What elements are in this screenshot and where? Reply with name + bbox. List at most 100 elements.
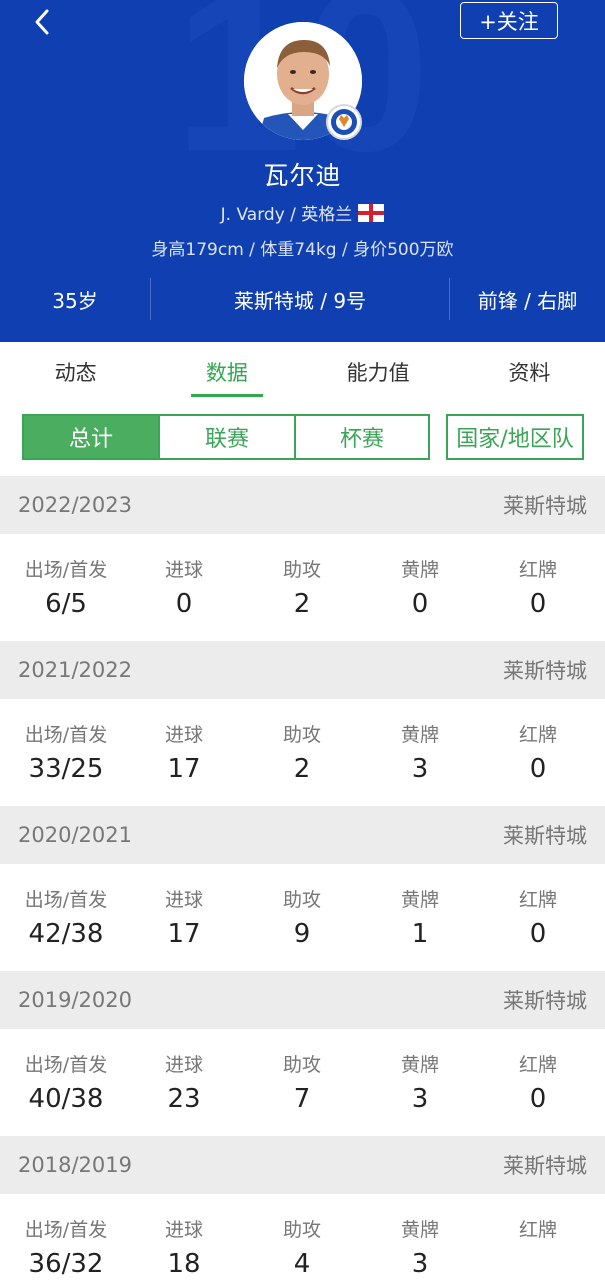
stat-value: 4 (293, 1249, 311, 1279)
england-flag-icon (358, 203, 385, 222)
season-label: 2018/2019 (18, 1153, 132, 1177)
stat-label: 助攻 (282, 1054, 321, 1076)
stat-value: 3 (411, 754, 429, 784)
stat-value: 7 (293, 1084, 311, 1114)
stat-label: 进球 (164, 1219, 203, 1241)
stat-label: 黄牌 (400, 1054, 439, 1076)
stat-value: 17 (167, 754, 201, 784)
season-header: 2022/2023 莱斯特城 (0, 476, 605, 534)
season-label: 2019/2020 (18, 988, 132, 1012)
stat-value: 0 (529, 1084, 547, 1114)
season-stats-row: 出场/首发 40/38 进球 23 助攻 7 黄牌 3 红牌 0 (0, 1029, 605, 1136)
stat-label: 助攻 (282, 559, 321, 581)
stat-cell: 黄牌 1 (361, 864, 479, 971)
stat-cell: 黄牌 3 (361, 699, 479, 806)
stat-value: 3 (411, 1084, 429, 1114)
season-stats-row: 出场/首发 36/32 进球 18 助攻 4 黄牌 3 红牌 (0, 1194, 605, 1280)
season-header: 2018/2019 莱斯特城 (0, 1136, 605, 1194)
stat-cell: 助攻 7 (243, 1029, 361, 1136)
stat-cell: 助攻 4 (243, 1194, 361, 1280)
player-nationality: J. Vardy / 英格兰 (0, 200, 605, 225)
stat-value: 18 (167, 1249, 201, 1279)
tab-ability[interactable]: 能力值 (303, 342, 454, 402)
stat-label: 黄牌 (400, 724, 439, 746)
segment-total[interactable]: 总计 (22, 414, 160, 460)
chevron-left-icon (35, 9, 49, 35)
stat-cell: 黄牌 0 (361, 534, 479, 641)
stat-value: 0 (175, 589, 193, 619)
stat-label: 进球 (164, 559, 203, 581)
stat-cell: 黄牌 3 (361, 1194, 479, 1280)
stat-cell: 进球 0 (125, 534, 243, 641)
stat-label: 助攻 (282, 1219, 321, 1241)
stat-value: 23 (167, 1084, 201, 1114)
season-team: 莱斯特城 (503, 1154, 587, 1178)
stat-label: 红牌 (518, 724, 557, 746)
stat-label: 进球 (164, 724, 203, 746)
stat-label: 出场/首发 (24, 1054, 108, 1076)
tab-data[interactable]: 数据 (151, 342, 302, 402)
stat-cell: 进球 23 (125, 1029, 243, 1136)
season-label: 2020/2021 (18, 823, 132, 847)
season-stats-row: 出场/首发 33/25 进球 17 助攻 2 黄牌 3 红牌 0 (0, 699, 605, 806)
tab-underline (190, 394, 263, 397)
stat-value: 0 (411, 589, 429, 619)
stat-label: 出场/首发 (24, 724, 108, 746)
stat-cell: 出场/首发 40/38 (7, 1029, 125, 1136)
stat-cell: 助攻 2 (243, 534, 361, 641)
segment-cup[interactable]: 杯赛 (294, 414, 430, 460)
season-team: 莱斯特城 (503, 494, 587, 518)
stat-cell: 红牌 0 (479, 1029, 597, 1136)
stat-label: 助攻 (282, 724, 321, 746)
tab-label: 动态 (54, 361, 97, 385)
stat-cell: 进球 17 (125, 864, 243, 971)
tab-label: 数据 (205, 361, 248, 385)
competition-filter: 总计 联赛 杯赛 国家/地区队 (0, 402, 605, 476)
season-team: 莱斯特城 (503, 989, 587, 1013)
stat-cell: 助攻 9 (243, 864, 361, 971)
stat-cell: 出场/首发 33/25 (7, 699, 125, 806)
stat-cell: 出场/首发 36/32 (7, 1194, 125, 1280)
player-age: 35岁 (52, 288, 98, 313)
stat-label: 出场/首发 (24, 889, 108, 911)
season-label: 2022/2023 (18, 493, 132, 517)
season-header: 2021/2022 莱斯特城 (0, 641, 605, 699)
stat-cell: 黄牌 3 (361, 1029, 479, 1136)
segment-league[interactable]: 联赛 (158, 414, 296, 460)
stat-value: 9 (293, 919, 311, 949)
segment-national-team[interactable]: 国家/地区队 (446, 414, 584, 460)
stat-label: 黄牌 (400, 1219, 439, 1241)
tab-activity[interactable]: 动态 (0, 342, 151, 402)
season-team: 莱斯特城 (503, 824, 587, 848)
player-club-number: 莱斯特城 / 9号 (150, 278, 450, 320)
follow-button[interactable]: +关注 (460, 2, 558, 39)
stat-cell: 进球 18 (125, 1194, 243, 1280)
stat-value: 0 (529, 919, 547, 949)
stat-value: 2 (293, 754, 311, 784)
stat-value: 6/5 (45, 589, 87, 619)
stat-label: 黄牌 (400, 889, 439, 911)
stat-value: 0 (529, 589, 547, 619)
stat-label: 黄牌 (400, 559, 439, 581)
stat-value: 2 (293, 589, 311, 619)
stat-label: 出场/首发 (24, 1219, 108, 1241)
back-button[interactable] (26, 6, 58, 38)
stat-value: 17 (167, 919, 201, 949)
stat-label: 出场/首发 (24, 559, 108, 581)
player-header: 10 +关注 (0, 0, 605, 342)
english-name-label: J. Vardy / 英格兰 (220, 205, 353, 225)
stat-cell: 助攻 2 (243, 699, 361, 806)
season-header: 2020/2021 莱斯特城 (0, 806, 605, 864)
player-position-foot: 前锋 / 右脚 (477, 288, 578, 313)
tab-label: 资料 (508, 361, 551, 385)
season-stats-row: 出场/首发 42/38 进球 17 助攻 9 黄牌 1 红牌 0 (0, 864, 605, 971)
stat-value: 0 (529, 754, 547, 784)
tab-profile[interactable]: 资料 (454, 342, 605, 402)
stat-label: 进球 (164, 1054, 203, 1076)
tab-bar: 动态 数据 能力值 资料 (0, 342, 605, 402)
stat-value: 1 (411, 919, 429, 949)
stat-cell: 出场/首发 42/38 (7, 864, 125, 971)
stat-label: 红牌 (518, 1054, 557, 1076)
stat-value: 36/32 (28, 1249, 104, 1279)
player-name: 瓦尔迪 (263, 161, 342, 190)
